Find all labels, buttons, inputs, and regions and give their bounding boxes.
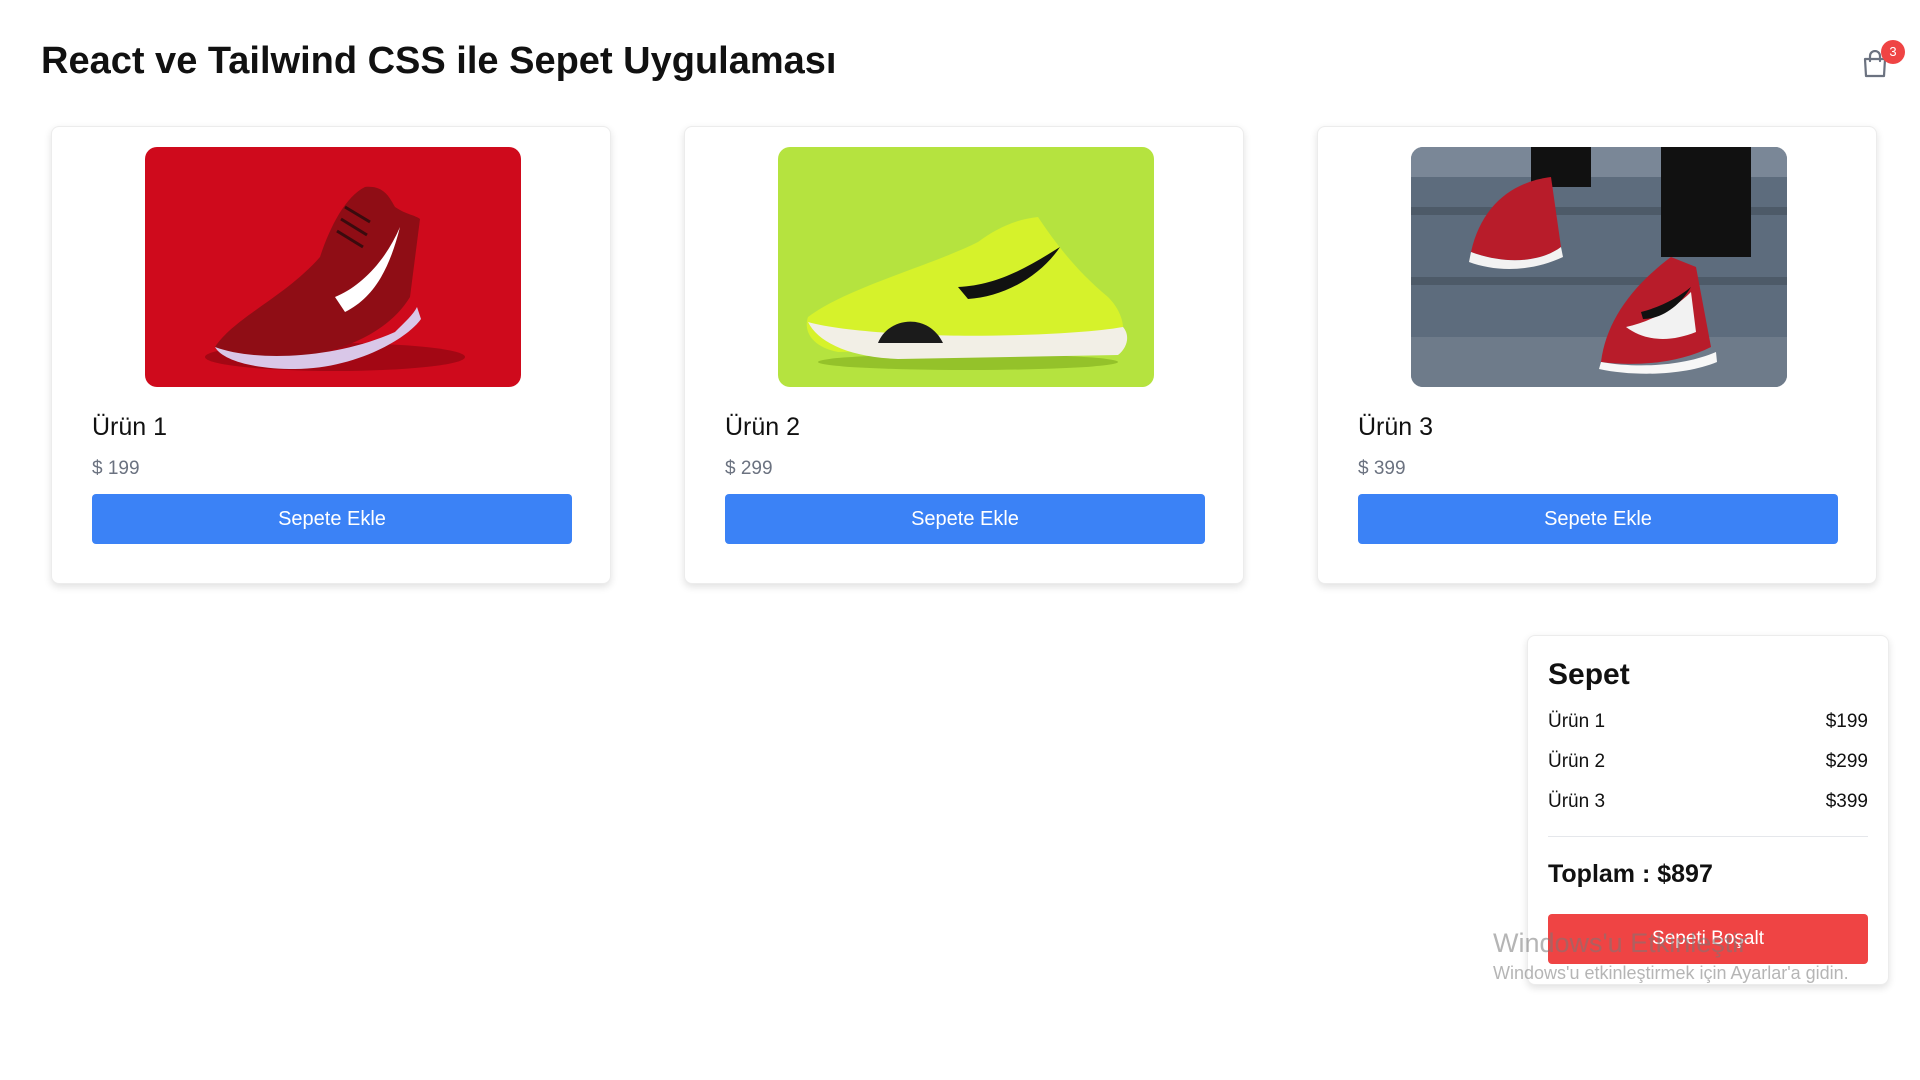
product-price: $ 399 <box>1358 458 1406 479</box>
cart-panel: Sepet Ürün 1 $199 Ürün 2 $299 Ürün 3 $39… <box>1527 635 1889 985</box>
cart-item: Ürün 3 $399 <box>1548 791 1868 821</box>
cart-item-price: $199 <box>1825 711 1868 732</box>
product-card: Ürün 1 $ 199 Sepete Ekle <box>51 126 611 584</box>
cart-title: Sepet <box>1548 658 1630 691</box>
cart-count-badge: 3 <box>1881 40 1905 64</box>
cart-item-price: $399 <box>1825 791 1868 812</box>
cart-item-name: Ürün 3 <box>1548 791 1606 812</box>
cart-item-name: Ürün 2 <box>1548 751 1606 772</box>
product-name: Ürün 1 <box>92 413 168 441</box>
cart-total: Toplam : $897 <box>1548 860 1713 888</box>
product-image-green-shoe <box>778 147 1154 387</box>
product-name: Ürün 2 <box>725 413 801 441</box>
product-image-red-shoe <box>145 147 521 387</box>
clear-cart-button[interactable]: Sepeti Boşalt <box>1548 914 1868 964</box>
add-to-cart-button[interactable]: Sepete Ekle <box>1358 494 1838 544</box>
cart-divider <box>1548 836 1868 837</box>
cart-item-name: Ürün 1 <box>1548 711 1606 732</box>
cart-button[interactable]: 3 <box>1860 40 1905 80</box>
product-name: Ürün 3 <box>1358 413 1434 441</box>
cart-item: Ürün 1 $199 <box>1548 711 1868 741</box>
product-price: $ 299 <box>725 458 773 479</box>
add-to-cart-button[interactable]: Sepete Ekle <box>725 494 1205 544</box>
add-to-cart-button[interactable]: Sepete Ekle <box>92 494 572 544</box>
product-price: $ 199 <box>92 458 140 479</box>
cart-item: Ürün 2 $299 <box>1548 751 1868 781</box>
cart-item-price: $299 <box>1825 751 1868 772</box>
page-title: React ve Tailwind CSS ile Sepet Uygulama… <box>41 40 837 82</box>
product-card: Ürün 3 $ 399 Sepete Ekle <box>1317 126 1877 584</box>
product-card: Ürün 2 $ 299 Sepete Ekle <box>684 126 1244 584</box>
product-image-high-tops <box>1411 147 1787 387</box>
